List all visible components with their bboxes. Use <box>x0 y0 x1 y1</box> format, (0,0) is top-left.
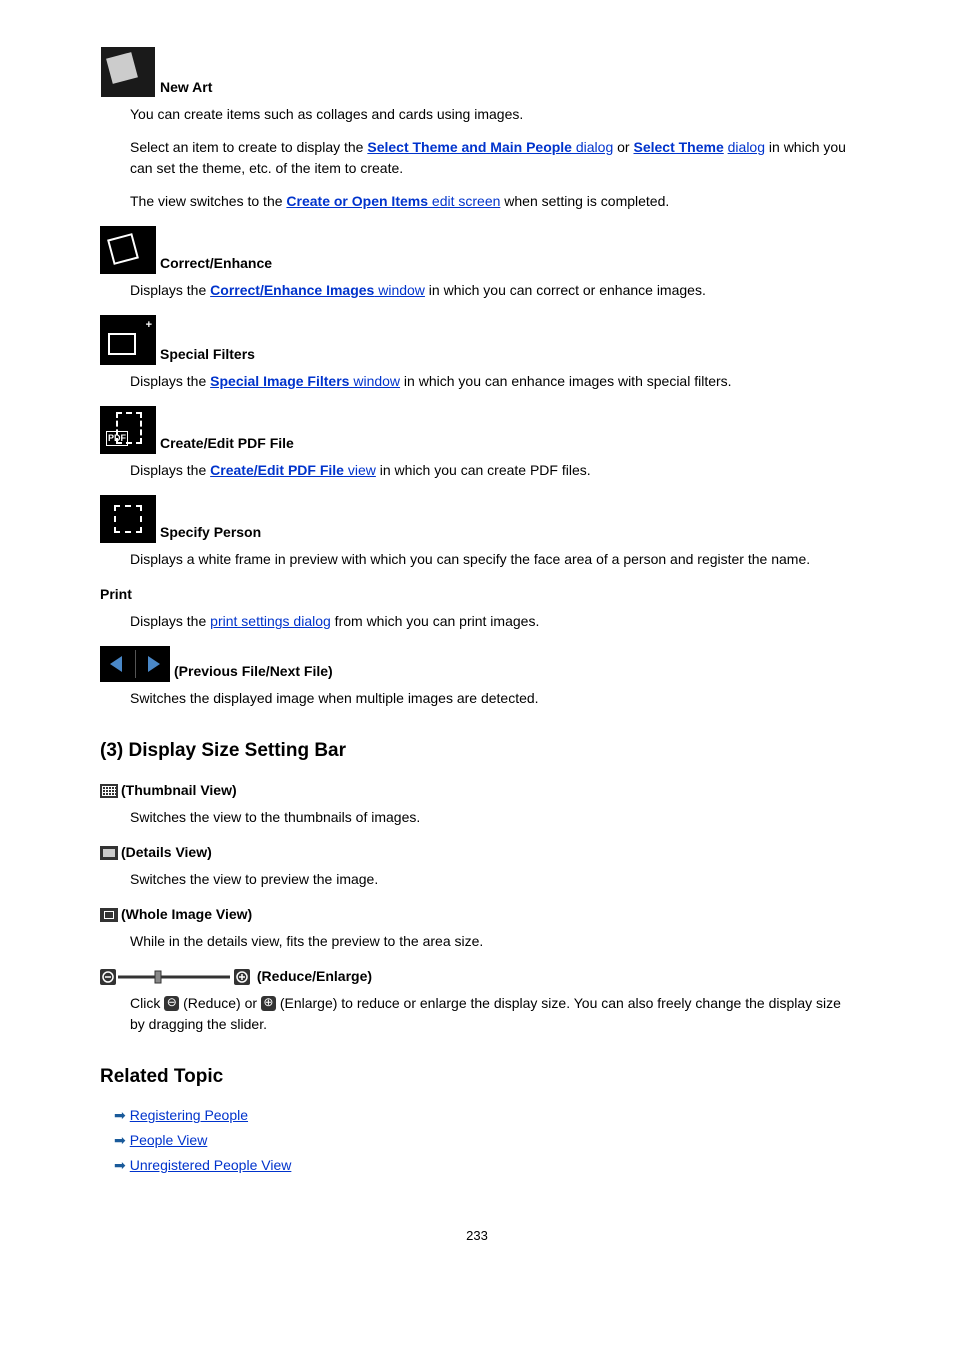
people-view-link[interactable]: People View <box>130 1132 208 1148</box>
select-theme-dialog-link[interactable]: dialog <box>728 139 765 155</box>
special-filters-desc: Displays the Special Image Filters windo… <box>130 371 854 392</box>
unregistered-people-view-link[interactable]: Unregistered People View <box>130 1157 292 1173</box>
reduce-enlarge-heading: (Reduce/Enlarge) <box>100 966 854 987</box>
special-filters-heading: Special Filters <box>100 315 854 365</box>
related-topic-list: ➡Registering People ➡People View ➡Unregi… <box>114 1105 854 1176</box>
specify-person-label: Specify Person <box>160 522 261 543</box>
details-view-desc: Switches the view to preview the image. <box>130 869 854 890</box>
correct-enhance-label: Correct/Enhance <box>160 253 272 274</box>
list-item: ➡Unregistered People View <box>114 1155 854 1176</box>
correct-enhance-heading: Correct/Enhance <box>100 226 854 274</box>
enlarge-icon: ⊕ <box>261 996 276 1011</box>
text: Displays the <box>130 373 210 389</box>
arrow-icon: ➡ <box>114 1157 126 1173</box>
text: when setting is completed. <box>500 193 669 209</box>
special-filters-label: Special Filters <box>160 344 255 365</box>
text: Click <box>130 995 164 1011</box>
print-desc: Displays the print settings dialog from … <box>130 611 854 632</box>
pdf-icon <box>100 406 156 454</box>
prev-next-file-icon <box>100 646 170 682</box>
text: Select an item to create to display the <box>130 139 367 155</box>
page-number: 233 <box>100 1226 854 1246</box>
details-view-heading: (Details View) <box>100 842 854 863</box>
create-open-items-link[interactable]: Create or Open Items edit screen <box>286 193 500 209</box>
specify-person-heading: Specify Person <box>100 495 854 543</box>
pdf-desc: Displays the Create/Edit PDF File view i… <box>130 460 854 481</box>
prev-next-heading: (Previous File/Next File) <box>100 646 854 682</box>
text: (Reduce) or <box>179 995 261 1011</box>
special-image-filters-link[interactable]: Special Image Filters window <box>210 373 400 389</box>
reduce-icon: ⊖ <box>164 996 179 1011</box>
text: in which you can enhance images with spe… <box>400 373 732 389</box>
text: in which you can create PDF files. <box>376 462 591 478</box>
specify-person-icon <box>100 495 156 543</box>
whole-image-view-label: (Whole Image View) <box>121 906 252 922</box>
list-item: ➡People View <box>114 1130 854 1151</box>
pdf-label: Create/Edit PDF File <box>160 433 294 454</box>
new-art-desc: You can create items such as collages an… <box>130 104 854 212</box>
prev-next-desc: Switches the displayed image when multip… <box>130 688 854 709</box>
prev-next-label: (Previous File/Next File) <box>174 661 333 682</box>
new-art-label: New Art <box>160 77 212 98</box>
reduce-enlarge-desc: Click ⊖ (Reduce) or ⊕ (Enlarge) to reduc… <box>130 993 854 1035</box>
thumbnail-view-desc: Switches the view to the thumbnails of i… <box>130 807 854 828</box>
print-heading: Print <box>100 584 854 605</box>
correct-enhance-icon <box>100 226 156 274</box>
related-topic-heading: Related Topic <box>100 1063 854 1092</box>
reduce-enlarge-slider-icon <box>100 969 250 985</box>
details-view-label: (Details View) <box>121 844 212 860</box>
whole-image-view-desc: While in the details view, fits the prev… <box>130 931 854 952</box>
text: Displays the <box>130 282 210 298</box>
correct-enhance-images-link[interactable]: Correct/Enhance Images window <box>210 282 425 298</box>
select-theme-link[interactable]: Select Theme <box>633 139 723 155</box>
text: Displays the <box>130 462 210 478</box>
new-art-p3: The view switches to the Create or Open … <box>130 191 854 212</box>
specify-person-desc: Displays a white frame in preview with w… <box>130 549 854 570</box>
new-art-heading: New Art <box>100 46 854 98</box>
new-art-p2: Select an item to create to display the … <box>130 137 854 179</box>
special-filters-icon <box>100 315 156 365</box>
text: in which you can correct or enhance imag… <box>425 282 706 298</box>
whole-image-view-heading: (Whole Image View) <box>100 904 854 925</box>
whole-image-view-icon <box>100 908 118 922</box>
text: from which you can print images. <box>331 613 540 629</box>
new-art-icon <box>100 46 156 98</box>
print-settings-dialog-link[interactable]: print settings dialog <box>210 613 331 629</box>
list-item: ➡Registering People <box>114 1105 854 1126</box>
display-size-setting-bar-heading: (3) Display Size Setting Bar <box>100 737 854 766</box>
create-edit-pdf-link[interactable]: Create/Edit PDF File view <box>210 462 376 478</box>
text: or <box>613 139 633 155</box>
thumbnail-view-heading: (Thumbnail View) <box>100 780 854 801</box>
thumbnail-view-label: (Thumbnail View) <box>121 782 237 798</box>
arrow-icon: ➡ <box>114 1107 126 1123</box>
text: The view switches to the <box>130 193 286 209</box>
reduce-enlarge-label: (Reduce/Enlarge) <box>257 968 372 984</box>
select-theme-main-people-link[interactable]: Select Theme and Main People dialog <box>367 139 613 155</box>
registering-people-link[interactable]: Registering People <box>130 1107 248 1123</box>
thumbnail-view-icon <box>100 784 118 798</box>
new-art-p1: You can create items such as collages an… <box>130 104 854 125</box>
details-view-icon <box>100 846 118 860</box>
pdf-heading: Create/Edit PDF File <box>100 406 854 454</box>
arrow-icon: ➡ <box>114 1132 126 1148</box>
text: Displays the <box>130 613 210 629</box>
correct-enhance-desc: Displays the Correct/Enhance Images wind… <box>130 280 854 301</box>
